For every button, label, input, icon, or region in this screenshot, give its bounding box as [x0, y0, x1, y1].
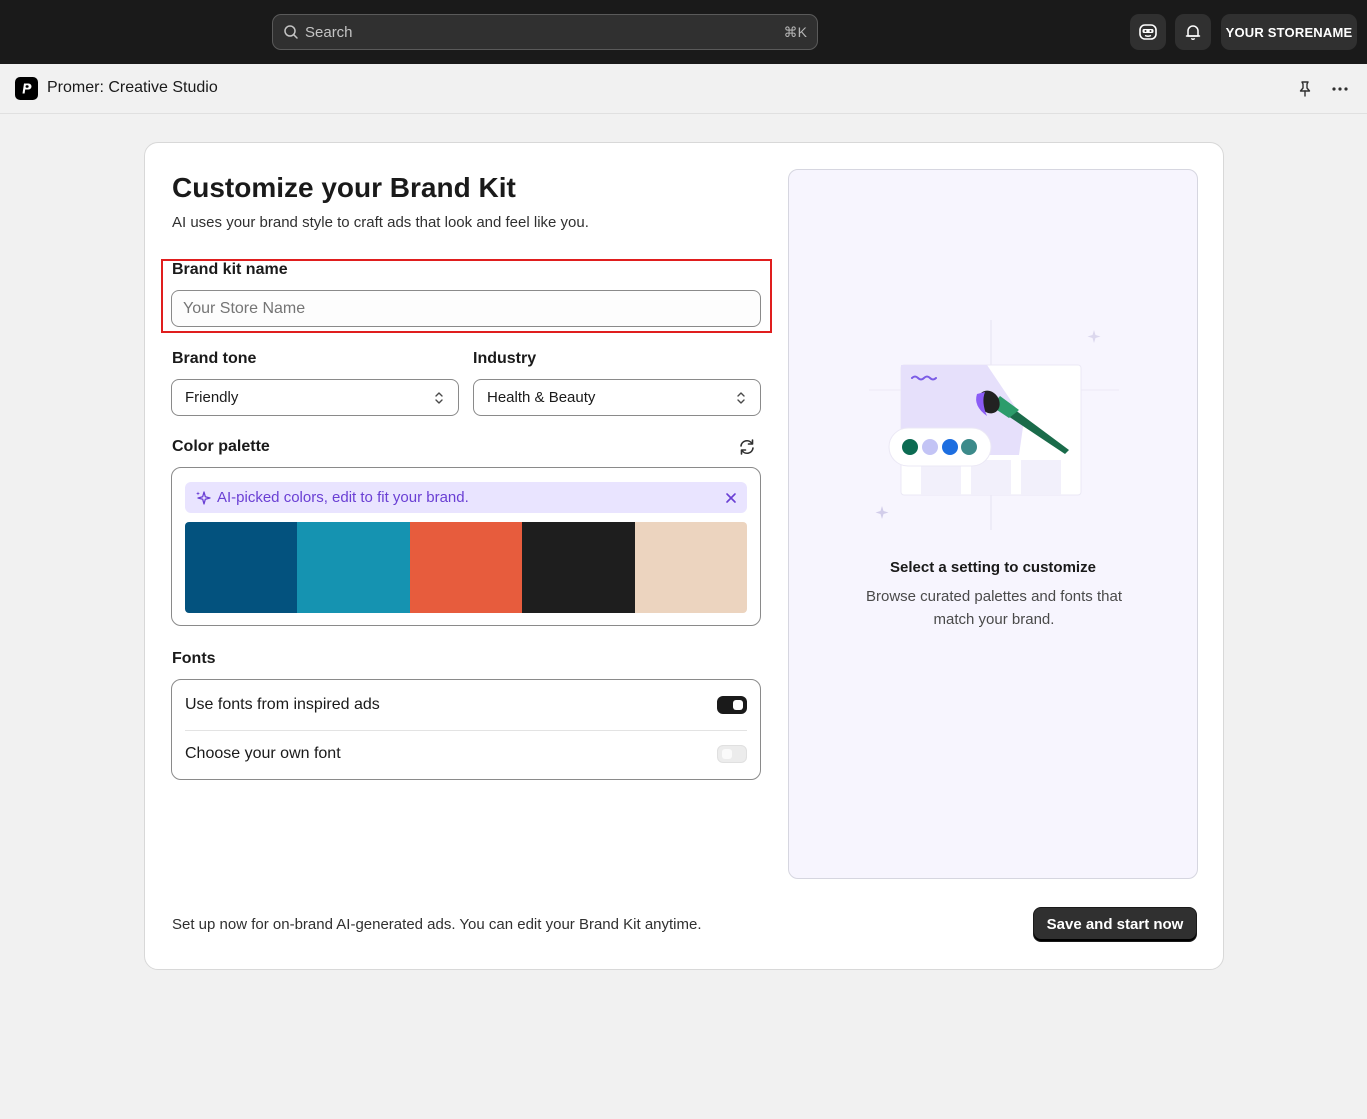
font-option-custom[interactable]: Choose your own font — [172, 729, 760, 779]
inspired-fonts-toggle[interactable] — [717, 696, 747, 714]
store-menu-button[interactable]: YOUR STORENAME — [1221, 14, 1357, 50]
illustration-dot — [902, 439, 918, 455]
color-swatch-1[interactable] — [185, 522, 298, 613]
font-option-label: Use fonts from inspired ads — [185, 696, 380, 713]
refresh-icon[interactable] — [737, 437, 757, 457]
chevron-up-down-icon — [435, 391, 443, 404]
preview-description: Browse curated palettes and fonts that m… — [866, 588, 1122, 628]
top-bar: Search ⌘K YOUR STORENAME — [0, 0, 1367, 64]
brand-kit-card: Customize your Brand Kit AI uses your br… — [144, 142, 1224, 970]
page-title: Customize your Brand Kit — [172, 172, 516, 203]
store-name: YOUR STORENAME — [1225, 24, 1353, 40]
promer-logo-icon — [15, 77, 38, 100]
preview-title: Select a setting to customize — [890, 559, 1096, 576]
ai-banner-text: AI-picked colors, edit to fit your brand… — [217, 489, 469, 506]
search-placeholder: Search — [305, 23, 353, 41]
industry-select[interactable]: Health & Beauty — [473, 379, 761, 416]
color-swatches — [185, 522, 747, 613]
paintbrush-palette-illustration — [869, 320, 1119, 530]
brand-tone-label: Brand tone — [172, 350, 257, 367]
color-palette-label: Color palette — [172, 438, 270, 455]
close-icon[interactable] — [725, 492, 737, 504]
color-swatch-4[interactable] — [522, 522, 635, 613]
font-option-label: Choose your own font — [185, 745, 341, 762]
fonts-box: Use fonts from inspired ads Choose your … — [171, 679, 761, 780]
bell-icon — [1185, 25, 1201, 41]
ai-colors-banner: AI-picked colors, edit to fit your brand… — [185, 482, 747, 513]
brand-kit-name-input[interactable] — [171, 290, 761, 327]
industry-value: Health & Beauty — [487, 389, 596, 406]
color-swatch-5[interactable] — [634, 522, 747, 613]
page-subtitle: AI uses your brand style to craft ads th… — [172, 214, 589, 231]
color-swatch-3[interactable] — [409, 522, 523, 613]
custom-font-toggle[interactable] — [717, 745, 747, 763]
chevron-up-down-icon — [737, 391, 745, 404]
color-palette-box: AI-picked colors, edit to fit your brand… — [171, 467, 761, 626]
sparkle-icon — [196, 490, 211, 505]
illustration-dot — [942, 439, 958, 455]
brand-tone-value: Friendly — [185, 389, 239, 406]
font-option-inspired[interactable]: Use fonts from inspired ads — [172, 680, 760, 730]
search-shortcut: ⌘K — [783, 23, 807, 40]
store-mascot-button[interactable] — [1130, 14, 1166, 50]
footer-note: Set up now for on-brand AI-generated ads… — [172, 916, 702, 933]
fonts-label: Fonts — [172, 650, 216, 667]
save-and-start-button[interactable]: Save and start now — [1033, 907, 1197, 942]
illustration-dot — [961, 439, 977, 455]
brand-kit-name-label: Brand kit name — [172, 261, 288, 278]
illustration-dot — [922, 439, 938, 455]
more-horizontal-icon[interactable] — [1330, 80, 1350, 98]
app-header: Promer: Creative Studio — [0, 64, 1367, 114]
app-title: Promer: Creative Studio — [47, 79, 218, 96]
preview-panel: Select a setting to customize Browse cur… — [788, 169, 1198, 879]
color-swatch-2[interactable] — [297, 522, 410, 613]
notifications-button[interactable] — [1175, 14, 1211, 50]
search-bar[interactable]: Search ⌘K — [272, 14, 818, 50]
brand-tone-select[interactable]: Friendly — [171, 379, 459, 416]
pin-icon[interactable] — [1296, 80, 1314, 98]
store-mascot-icon — [1139, 24, 1157, 40]
search-icon — [284, 25, 298, 39]
industry-label: Industry — [473, 350, 537, 367]
